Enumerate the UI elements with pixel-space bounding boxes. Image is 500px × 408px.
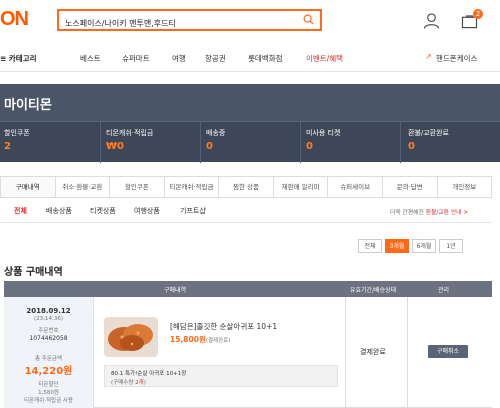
subtab-ticket[interactable]: 티켓상품 [90, 206, 116, 216]
period-filter: 전체 3개월 6개월 1년 [355, 239, 463, 253]
manage-cell: 구매취소 [408, 297, 492, 408]
search-box[interactable] [57, 9, 322, 33]
subtab-all[interactable]: 전체 [14, 206, 27, 216]
period-6months-button[interactable]: 6개월 [412, 239, 436, 253]
tab-purchase-history[interactable]: 구매내역 [1, 177, 56, 197]
period-1year-button[interactable]: 1년 [439, 239, 463, 253]
total-label: 총 주문금액 [34, 356, 63, 362]
tab-inquiries[interactable]: 문의·답변 [382, 177, 438, 197]
mypage-banner: 마이티몬 할인쿠폰 2 티몬캐쉬·적립금 ₩0 배송중 0 미사용 티켓 0 환… [0, 84, 500, 163]
tab-cancel-refund[interactable]: 취소·환불·교환 [55, 177, 111, 197]
nav-item-events[interactable]: 이벤트/혜택 [306, 53, 343, 64]
header: ON 2 [0, 0, 500, 42]
total-amount: 14,220원 [24, 366, 73, 377]
stat-coupons[interactable]: 할인쿠폰 2 [4, 128, 30, 152]
user-icon[interactable] [423, 12, 440, 30]
subtab-travel[interactable]: 여행상품 [134, 206, 160, 216]
tab-cash[interactable]: 티몬캐쉬·적립금 [164, 177, 220, 197]
stat-cash[interactable]: 티몬캐쉬·적립금 ₩0 [106, 128, 153, 152]
tab-coupons[interactable]: 할인쿠폰 [110, 177, 165, 197]
order-number[interactable]: 1074462058 [4, 335, 93, 342]
table-header: 구매내역 유효기간/배송상태 관리 [4, 281, 492, 297]
option-box: 80.1 특가!순살 아귀포 10+1장 (구매수량 2개) [104, 365, 338, 387]
table-row: 2018.09.12 (23:14:36) 주문번호 1074462058 총 … [4, 297, 492, 408]
status-cell: 결제완료 [346, 297, 408, 408]
order-info-cell: 2018.09.12 (23:14:36) 주문번호 1074462058 총 … [4, 297, 94, 408]
stat-refund-complete[interactable]: 환불/교환완료 0 [408, 128, 449, 152]
nav-item-supermart[interactable]: 슈퍼마트 [122, 53, 150, 64]
cash-used-label: 티몬캐쉬·적립금 사용 [23, 398, 74, 404]
nav-item-travel[interactable]: 여행 [172, 53, 186, 64]
category-menu[interactable]: ≡ 카테고리 [0, 53, 37, 64]
refund-guide-link[interactable]: 더욱 간편해진 환불/교환 안내 > [390, 207, 468, 216]
nav-trend-keyword[interactable]: 핸드폰케이스 [436, 53, 477, 64]
divider [300, 122, 301, 163]
period-3months-button[interactable]: 3개월 [385, 239, 409, 253]
main-nav: ≡ 카테고리 베스트 슈퍼마트 여행 항공권 롯데백화점 이벤트/혜택 ↗ 핸드… [0, 44, 500, 72]
cart-count-badge: 2 [473, 9, 483, 19]
product-name[interactable]: [해담은]졸깃한 순살아귀포 10+1 [170, 321, 277, 332]
tab-personal-info[interactable]: 개인정보 [437, 177, 492, 197]
option-quantity: (구매수량 2개) [111, 380, 146, 386]
product-thumbnail[interactable] [104, 317, 158, 357]
nav-item-lotte[interactable]: 롯데백화점 [248, 53, 283, 64]
trend-icon: ↗ [425, 52, 432, 61]
stat-shipping[interactable]: 배송중 0 [206, 128, 225, 152]
page-title: 마이티몬 [4, 98, 52, 113]
logo[interactable]: ON [0, 8, 29, 31]
period-all-button[interactable]: 전체 [358, 239, 382, 253]
subtab-delivery[interactable]: 배송상품 [46, 206, 72, 216]
search-icon[interactable] [303, 14, 314, 25]
search-input[interactable] [59, 14, 289, 33]
col-header-manage: 관리 [438, 287, 450, 294]
menu-icon: ≡ [0, 54, 9, 63]
divider [0, 222, 492, 223]
order-number-label: 주문번호 [38, 328, 59, 334]
section-title: 상품 구매내역 [4, 267, 63, 278]
product-price: 15,800원(결제완료) [170, 335, 231, 344]
option-name: 80.1 특가!순살 아귀포 10+1장 [111, 371, 187, 377]
order-date: 2018.09.12 [26, 307, 71, 315]
discount-amount: 1,580원 [38, 390, 59, 396]
col-header-purchase: 구매내역 [164, 287, 187, 294]
nav-item-flights[interactable]: 항공권 [205, 53, 226, 64]
mypage-tabs: 구매내역 취소·환불·교환 할인쿠폰 티몬캐쉬·적립금 찜한 상품 재판매 알리… [0, 176, 492, 198]
tab-wishlist[interactable]: 찜한 상품 [219, 177, 274, 197]
stats-bar: 할인쿠폰 2 티몬캐쉬·적립금 ₩0 배송중 0 미사용 티켓 0 환불/교환완… [0, 121, 500, 163]
tab-supersave[interactable]: 슈퍼세이브 [328, 177, 383, 197]
stat-unused-tickets[interactable]: 미사용 티켓 0 [306, 128, 340, 152]
order-time: (23:14:36) [34, 316, 63, 322]
discount-label: 티몬할인 [38, 382, 59, 388]
subtabs: 전체 배송상품 티켓상품 여행상품 기프트샵 더욱 간편해진 환불/교환 안내 … [0, 206, 500, 218]
nav-item-best[interactable]: 베스트 [80, 53, 101, 64]
col-header-status: 유효기간/배송상태 [350, 287, 397, 294]
divider [200, 122, 201, 163]
cancel-order-button[interactable]: 구매취소 [428, 345, 468, 358]
tab-resale-alert[interactable]: 재판매 알리미 [273, 177, 329, 197]
subtab-giftshop[interactable]: 기프트샵 [180, 206, 206, 216]
divider [100, 122, 101, 163]
order-status: 결제완료 [360, 348, 386, 356]
divider [400, 122, 401, 163]
product-cell: [해담은]졸깃한 순살아귀포 10+1 15,800원(결제완료) 80.1 특… [94, 297, 346, 408]
